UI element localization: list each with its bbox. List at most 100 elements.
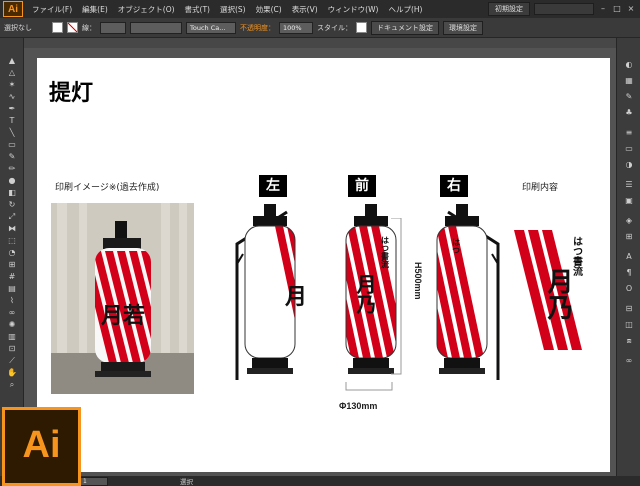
color-panel-icon[interactable]: ◐ <box>623 60 635 70</box>
opacity-field[interactable]: 100% <box>279 21 313 34</box>
hand-tool-icon[interactable]: ✋ <box>6 368 18 377</box>
menu-object[interactable]: オブジェクト(O) <box>113 4 180 15</box>
height-dimension-line <box>391 218 402 375</box>
gradient-tool-icon[interactable]: ▤ <box>6 284 18 293</box>
eyedropper-tool-icon[interactable]: ⌇ <box>6 296 18 305</box>
rotate-tool-icon[interactable]: ↻ <box>6 200 18 209</box>
menu-help[interactable]: ヘルプ(H) <box>383 4 427 15</box>
brush-dropdown[interactable]: Touch Ca... <box>186 21 236 34</box>
control-bar: 選択なし 線： Touch Ca... 不透明度： 100% スタイル： ドキュ… <box>0 18 640 38</box>
layers-panel-icon[interactable]: ◈ <box>623 216 635 226</box>
rectangle-tool-icon[interactable]: ▭ <box>6 140 18 149</box>
character-panel-icon[interactable]: A <box>623 252 635 262</box>
blob-brush-tool-icon[interactable]: ● <box>6 176 18 185</box>
pathfinder-panel-icon[interactable]: ◫ <box>623 320 635 330</box>
swatches-panel-icon[interactable]: ▦ <box>623 76 635 86</box>
maximize-icon[interactable]: □ <box>612 4 622 14</box>
symbol-sprayer-tool-icon[interactable]: ✺ <box>6 320 18 329</box>
opentype-panel-icon[interactable]: O <box>623 284 635 294</box>
shape-builder-tool-icon[interactable]: ◔ <box>6 248 18 257</box>
svg-text:はつ: はつ <box>452 238 461 254</box>
lantern-left-view: 月 <box>235 204 305 380</box>
eraser-tool-icon[interactable]: ◧ <box>6 188 18 197</box>
variable-width-dropdown[interactable] <box>130 21 182 34</box>
perspective-grid-tool-icon[interactable]: ⊞ <box>6 260 18 269</box>
menu-window[interactable]: ウィンドウ(W) <box>323 4 384 15</box>
menu-file[interactable]: ファイル(F) <box>27 4 77 15</box>
slice-tool-icon[interactable]: ⟋ <box>6 356 18 365</box>
artboard[interactable]: 提灯 印刷イメージ※(過去作成) 印刷内容 左 前 右 月若 月 はつ書流 月乃… <box>37 58 610 472</box>
stroke-label: 線： <box>82 23 96 32</box>
brushes-panel-icon[interactable]: ✎ <box>623 92 635 102</box>
lasso-tool-icon[interactable]: ∿ <box>6 92 18 101</box>
tag-left-view: 左 <box>259 175 287 197</box>
menu-type[interactable]: 書式(T) <box>180 4 215 15</box>
minimize-icon[interactable]: – <box>598 4 608 14</box>
photo-caption: 印刷イメージ※(過去作成) <box>55 183 160 193</box>
fill-swatch[interactable] <box>52 22 63 33</box>
column-graph-tool-icon[interactable]: ▥ <box>6 332 18 341</box>
photo-lantern-text: 月若 <box>100 303 145 329</box>
stroke-panel-icon[interactable]: ≡ <box>623 128 635 138</box>
diameter-dimension-line <box>345 382 393 391</box>
scale-tool-icon[interactable]: ⤢ <box>6 212 18 221</box>
front-lantern-text: 月乃 <box>353 274 377 315</box>
illustrator-logo-icon: Ai <box>2 407 81 486</box>
menubar-right: 初期設定 – □ × <box>488 2 640 16</box>
tag-right-view: 右 <box>440 175 468 197</box>
menu-edit[interactable]: 編集(E) <box>77 4 113 15</box>
symbols-panel-icon[interactable]: ♣ <box>623 108 635 118</box>
transform-panel-icon[interactable]: ⧈ <box>623 336 635 346</box>
menu-select[interactable]: 選択(S) <box>215 4 251 15</box>
diameter-dimension-label: Φ130mm <box>339 401 378 411</box>
app-logo-icon: Ai <box>3 1 23 17</box>
document-settings-button[interactable]: ドキュメント設定 <box>371 20 439 35</box>
reference-photo-image: 月若 <box>51 203 194 394</box>
mesh-tool-icon[interactable]: # <box>6 272 18 281</box>
print-content-caption: 印刷内容 <box>522 183 559 193</box>
selection-tool-icon[interactable]: ▲ <box>6 56 18 65</box>
pencil-tool-icon[interactable]: ✏ <box>6 164 18 173</box>
align-panel-icon[interactable]: ⊟ <box>623 304 635 314</box>
stroke-swatch[interactable] <box>67 22 78 33</box>
current-tool-status[interactable]: 選択 <box>180 476 193 486</box>
graphic-styles-panel-icon[interactable]: ▣ <box>623 196 635 206</box>
zoom-tool-icon[interactable]: ⌕ <box>6 380 18 389</box>
magic-wand-tool-icon[interactable]: ✶ <box>6 80 18 89</box>
menu-bar: Ai ファイル(F) 編集(E) オブジェクト(O) 書式(T) 選択(S) 効… <box>0 0 640 18</box>
transparency-panel-icon[interactable]: ◑ <box>623 160 635 170</box>
type-tool-icon[interactable]: T <box>6 116 18 125</box>
pen-tool-icon[interactable]: ✒ <box>6 104 18 113</box>
height-dimension-label: H500mm <box>413 262 423 300</box>
lantern-right-view: はつ <box>436 204 500 380</box>
width-tool-icon[interactable]: ⧓ <box>6 224 18 233</box>
svg-text:月: 月 <box>284 285 305 310</box>
direct-selection-tool-icon[interactable]: △ <box>6 68 18 77</box>
artboard-title: 提灯 <box>49 80 94 106</box>
reference-photo: 月若 <box>51 203 194 394</box>
graphic-style-swatch[interactable] <box>356 22 367 33</box>
panel-dock: ◐ ▦ ✎ ♣ ≡ ▭ ◑ ☰ ▣ ◈ ⊞ A ¶ O ⊟ ◫ ⧈ ∞ <box>616 38 640 476</box>
stroke-weight-dropdown[interactable] <box>100 21 126 34</box>
artboard-tool-icon[interactable]: ⊡ <box>6 344 18 353</box>
artboards-panel-icon[interactable]: ⊞ <box>623 232 635 242</box>
opacity-label[interactable]: 不透明度： <box>240 23 275 33</box>
menu-effect[interactable]: 効果(C) <box>251 4 287 15</box>
print-main-text: 月乃 <box>543 268 574 321</box>
appearance-panel-icon[interactable]: ☰ <box>623 180 635 190</box>
preferences-button[interactable]: 環境設定 <box>443 20 483 35</box>
print-content-artwork: はつ書流 月乃 <box>514 230 583 350</box>
search-input[interactable] <box>534 3 594 15</box>
menu-view[interactable]: 表示(V) <box>287 4 323 15</box>
document-tab-strip[interactable] <box>24 38 616 48</box>
paragraph-panel-icon[interactable]: ¶ <box>623 268 635 278</box>
artboard-number-field[interactable]: 1 <box>80 476 108 486</box>
links-panel-icon[interactable]: ∞ <box>623 356 635 366</box>
free-transform-tool-icon[interactable]: ⬚ <box>6 236 18 245</box>
workspace-switcher[interactable]: 初期設定 <box>488 2 530 16</box>
blend-tool-icon[interactable]: ∞ <box>6 308 18 317</box>
line-tool-icon[interactable]: ╲ <box>6 128 18 137</box>
close-icon[interactable]: × <box>626 4 636 14</box>
gradient-panel-icon[interactable]: ▭ <box>623 144 635 154</box>
paintbrush-tool-icon[interactable]: ✎ <box>6 152 18 161</box>
